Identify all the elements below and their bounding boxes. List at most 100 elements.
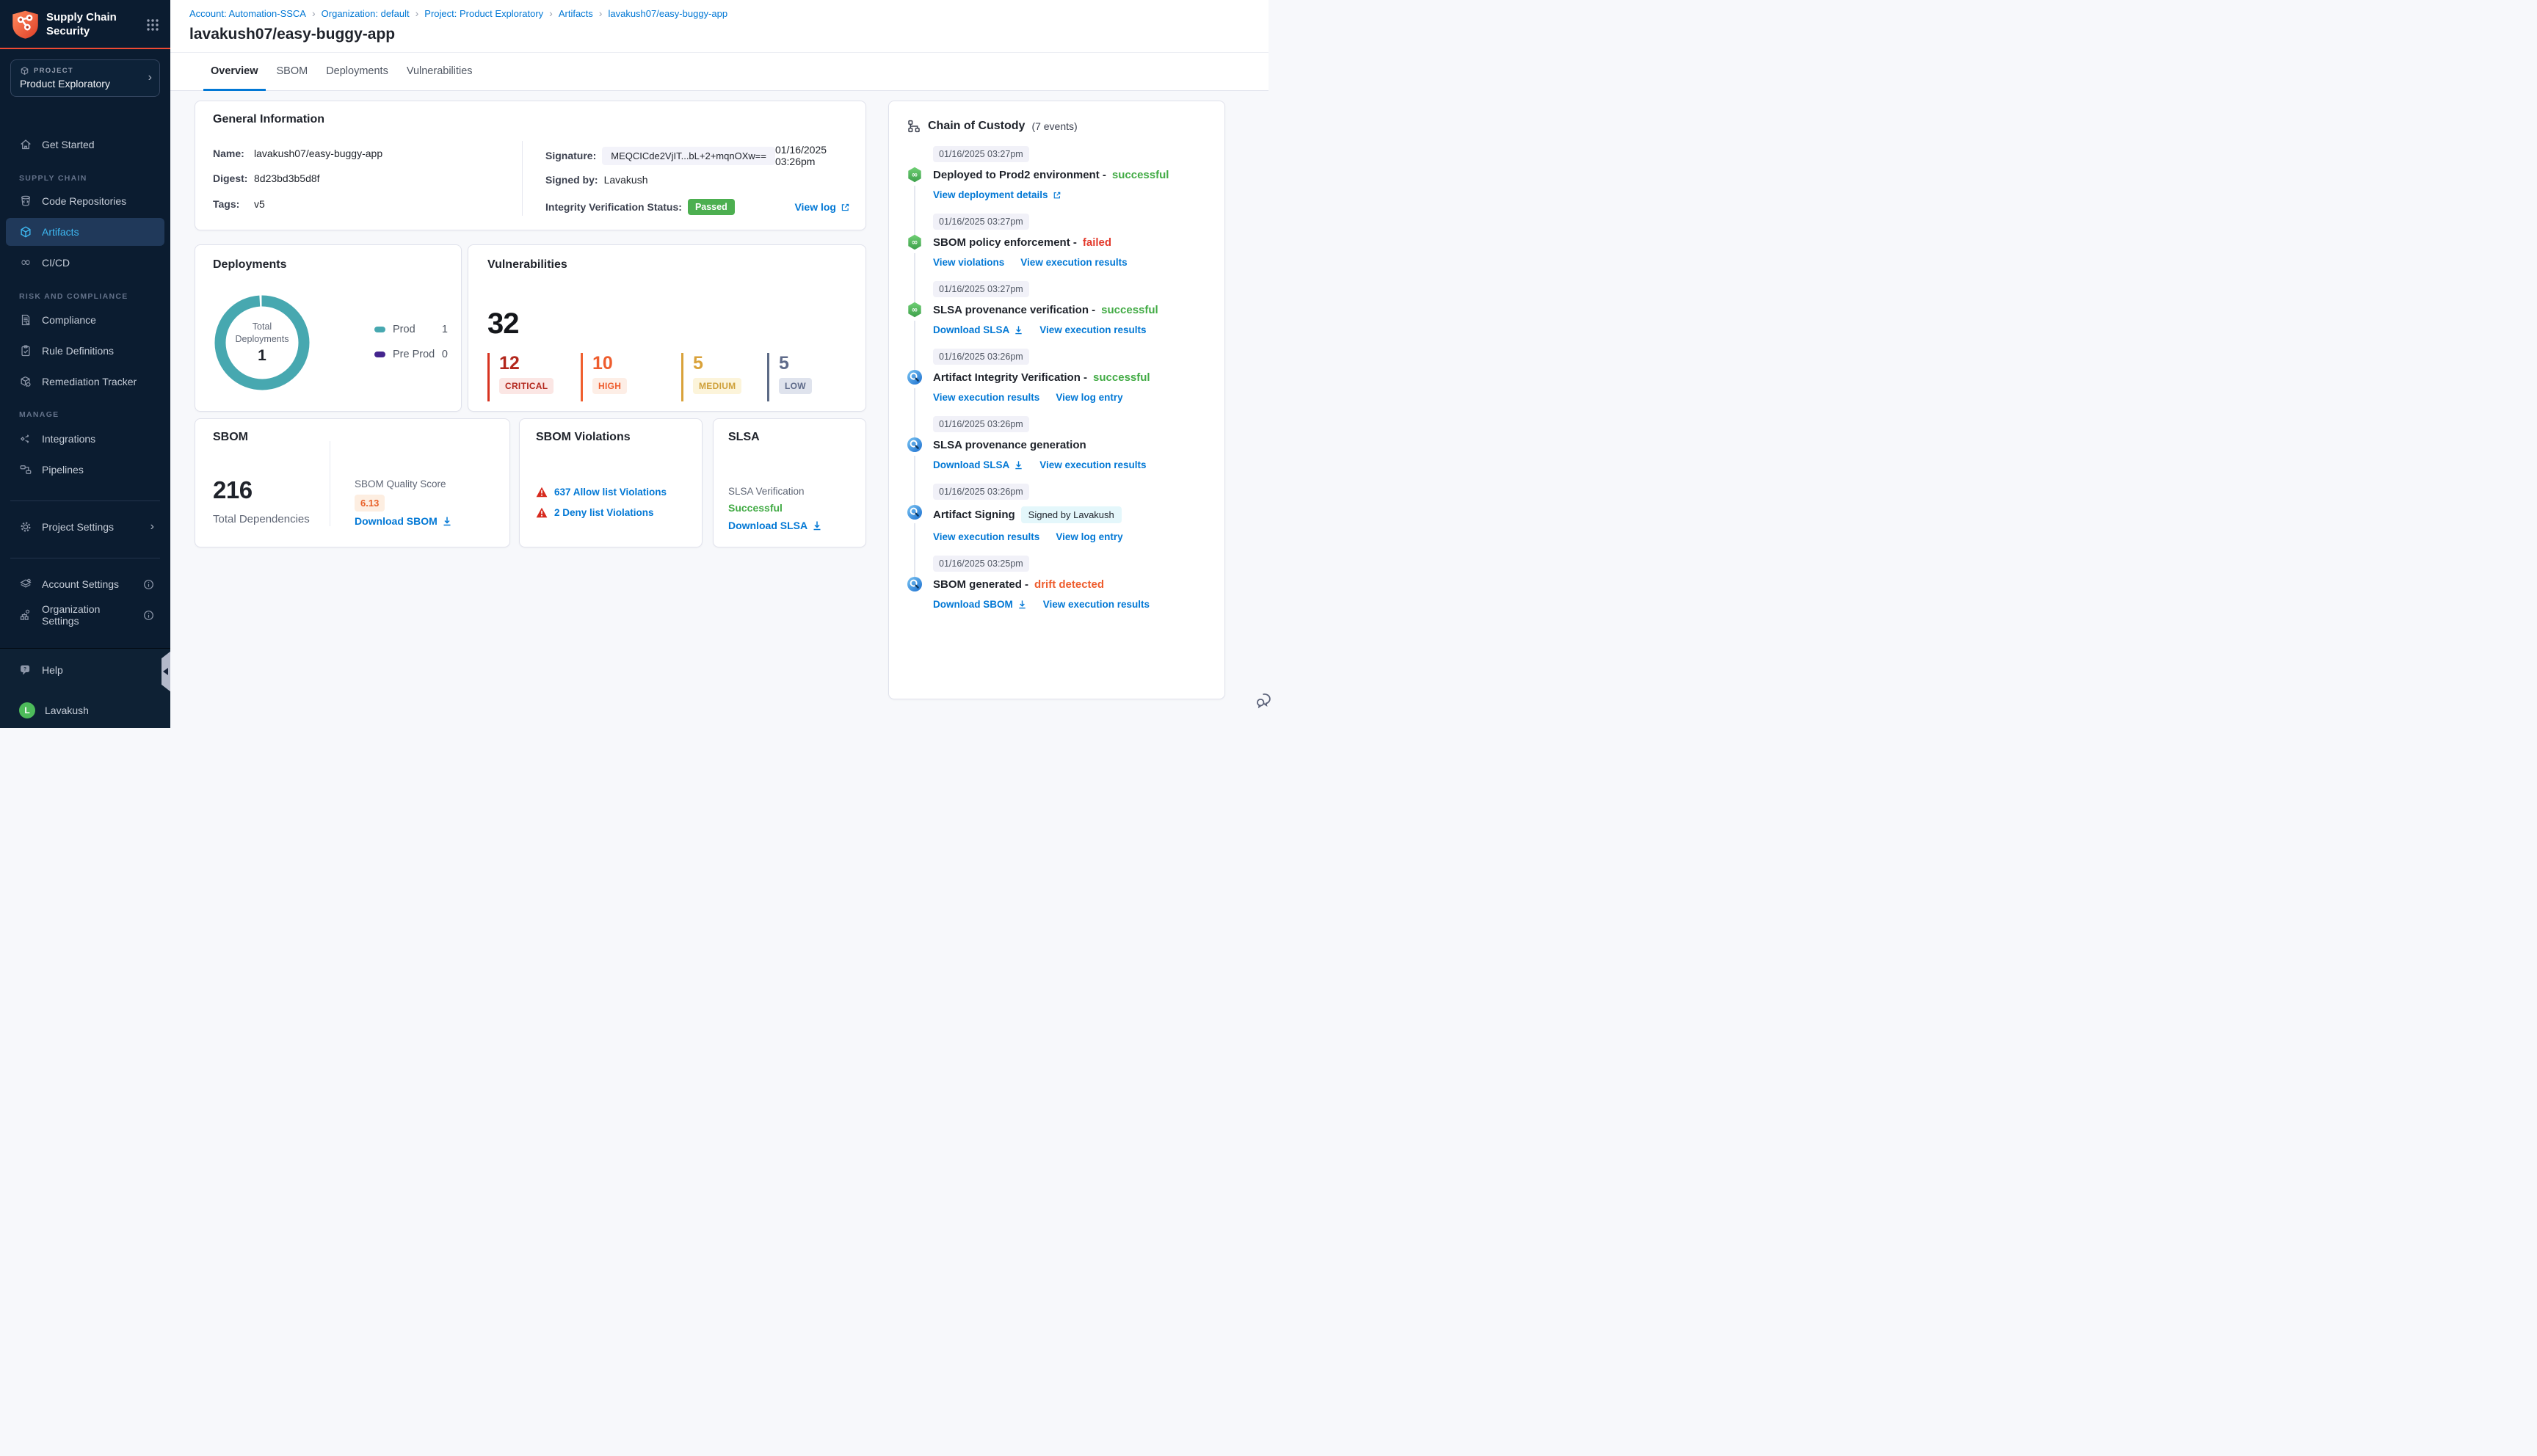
card-title: SBOM Violations: [536, 431, 631, 443]
app-switcher-grid-icon[interactable]: [145, 18, 160, 32]
remediation-tracker-icon: [19, 375, 32, 388]
page-title: lavakush07/easy-buggy-app: [189, 26, 396, 43]
sidebar-item-help[interactable]: ? Help: [6, 656, 164, 684]
download-slsa-link[interactable]: Download SLSA: [933, 324, 1023, 335]
sidebar-item-rule-definitions[interactable]: Rule Definitions: [6, 337, 164, 365]
chat-support-icon[interactable]: [1255, 690, 1274, 709]
integrations-icon: [19, 432, 32, 445]
breadcrumb-separator: ›: [549, 7, 553, 19]
sidebar-item-remediation-tracker[interactable]: Remediation Tracker: [6, 368, 164, 396]
custody-event-sbom-generated: 01/16/2025 03:25pm SBOM generated - drif…: [907, 556, 1207, 610]
chain-of-custody-title: Chain of Custody: [928, 120, 1026, 132]
event-status: successful: [1093, 371, 1150, 384]
organization-settings-icon: [19, 608, 32, 622]
signature-value: MEQCICde2VjIT...bL+2+mqnOXw==: [602, 146, 775, 165]
donut-center-label: Total: [252, 321, 272, 332]
svg-text:∞: ∞: [912, 306, 918, 315]
external-link-icon: [841, 203, 849, 211]
view-execution-results-link[interactable]: View execution results: [1043, 599, 1150, 610]
sidebar-item-project-settings[interactable]: Project Settings ›: [6, 513, 164, 541]
sidebar-item-artifacts[interactable]: Artifacts: [6, 218, 164, 246]
tab-sbom[interactable]: SBOM: [269, 53, 316, 91]
scs-event-icon: [907, 504, 923, 520]
event-timestamp: 01/16/2025 03:26pm: [933, 484, 1029, 500]
warning-triangle-icon: [536, 507, 548, 518]
download-slsa-link[interactable]: Download SLSA: [933, 459, 1023, 470]
sidebar-item-integrations[interactable]: Integrations: [6, 425, 164, 453]
view-log-entry-link[interactable]: View log entry: [1056, 392, 1122, 403]
download-slsa-link[interactable]: Download SLSA: [728, 520, 822, 531]
sidebar-item-pipelines[interactable]: Pipelines: [6, 456, 164, 484]
view-log-link[interactable]: View log: [794, 201, 850, 213]
view-execution-results-link[interactable]: View execution results: [1020, 257, 1127, 268]
svg-text:?: ?: [23, 667, 26, 672]
app-title: Supply Chain Security: [46, 10, 117, 37]
allow-list-violations-link[interactable]: 637 Allow list Violations: [554, 487, 667, 498]
view-execution-results-link[interactable]: View execution results: [1039, 324, 1146, 335]
divider: [522, 141, 523, 216]
view-log-entry-link[interactable]: View log entry: [1056, 531, 1122, 542]
view-execution-results-link[interactable]: View execution results: [933, 392, 1039, 403]
main-content: General Information Name: lavakush07/eas…: [170, 91, 1271, 728]
chain-of-custody-panel: Chain of Custody (7 events) ∞ 01/16/2025…: [888, 101, 1225, 699]
sidebar-item-compliance[interactable]: Compliance: [6, 306, 164, 334]
project-selector[interactable]: PROJECT Product Exploratory ›: [10, 59, 160, 97]
event-timestamp: 01/16/2025 03:25pm: [933, 556, 1029, 572]
card-title: Deployments: [213, 258, 287, 271]
breadcrumb-project[interactable]: Project: Product Exploratory: [424, 8, 543, 19]
chevron-right-icon: ›: [148, 71, 152, 84]
breadcrumb-current[interactable]: lavakush07/easy-buggy-app: [608, 8, 727, 19]
view-deployment-details-link[interactable]: View deployment details: [933, 189, 1061, 200]
sidebar-item-cicd[interactable]: ∞ CI/CD: [6, 249, 164, 277]
sidebar-item-organization-settings[interactable]: Organization Settings: [6, 601, 164, 629]
event-timestamp: 01/16/2025 03:27pm: [933, 146, 1029, 162]
total-dependencies-label: Total Dependencies: [213, 513, 310, 525]
card-title: SBOM: [213, 431, 248, 443]
section-manage: MANAGE: [19, 410, 59, 419]
sidebar-item-user[interactable]: L Lavakush: [6, 696, 164, 724]
breadcrumb-separator: ›: [598, 7, 603, 19]
help-chat-icon: ?: [19, 663, 32, 677]
info-icon[interactable]: [143, 610, 154, 621]
sbom-violations-card: SBOM Violations 637 Allow list Violation…: [519, 418, 703, 547]
compliance-document-icon: [19, 313, 32, 327]
breadcrumb-separator: ›: [311, 7, 316, 19]
breadcrumb-separator: ›: [415, 7, 419, 19]
breadcrumb-organization[interactable]: Organization: default: [322, 8, 410, 19]
vulnerabilities-card: Vulnerabilities 32 12 CRITICAL 10 HIGH 5…: [468, 244, 866, 412]
deny-list-violations-link[interactable]: 2 Deny list Violations: [554, 507, 654, 518]
download-icon: [813, 521, 821, 531]
sidebar-item-code-repositories[interactable]: Code Repositories: [6, 187, 164, 215]
sidebar-footer: ? Help L Lavakush: [0, 648, 170, 728]
sidebar-item-account-settings[interactable]: Account Settings: [6, 570, 164, 598]
general-information-card: General Information Name: lavakush07/eas…: [195, 101, 866, 230]
download-sbom-link[interactable]: Download SBOM: [933, 599, 1027, 610]
sidebar-item-get-started[interactable]: Get Started: [6, 131, 164, 159]
tab-bar: Overview SBOM Deployments Vulnerabilitie…: [170, 52, 1268, 91]
severity-low: 5 LOW: [767, 353, 812, 401]
slsa-card: SLSA SLSA Verification Successful Downlo…: [713, 418, 866, 547]
download-sbom-link[interactable]: Download SBOM: [355, 515, 452, 527]
gear-icon: [19, 520, 32, 534]
sidebar: Supply Chain Security PROJECT Product Ex…: [0, 0, 170, 728]
pipeline-event-icon: ∞: [907, 302, 923, 318]
view-violations-link[interactable]: View violations: [933, 257, 1004, 268]
info-icon[interactable]: [143, 579, 154, 590]
event-title: SLSA provenance verification -: [933, 304, 1096, 316]
vulnerabilities-total: 32: [487, 307, 519, 340]
svg-text:∞: ∞: [912, 239, 918, 247]
prod-color-swatch: [374, 327, 385, 332]
tab-overview[interactable]: Overview: [203, 53, 266, 91]
tab-vulnerabilities[interactable]: Vulnerabilities: [399, 53, 480, 91]
project-label: PROJECT: [34, 67, 73, 75]
user-avatar: L: [19, 702, 35, 718]
event-status: drift detected: [1034, 578, 1105, 591]
event-timestamp: 01/16/2025 03:26pm: [933, 349, 1029, 365]
view-execution-results-link[interactable]: View execution results: [933, 531, 1039, 542]
view-execution-results-link[interactable]: View execution results: [1039, 459, 1146, 470]
breadcrumb-artifacts[interactable]: Artifacts: [559, 8, 593, 19]
custody-event-slsa-generation: 01/16/2025 03:26pm SLSA provenance gener…: [907, 416, 1207, 506]
breadcrumb-account[interactable]: Account: Automation-SSCA: [189, 8, 306, 19]
event-status: failed: [1082, 236, 1112, 249]
tab-deployments[interactable]: Deployments: [319, 53, 396, 91]
